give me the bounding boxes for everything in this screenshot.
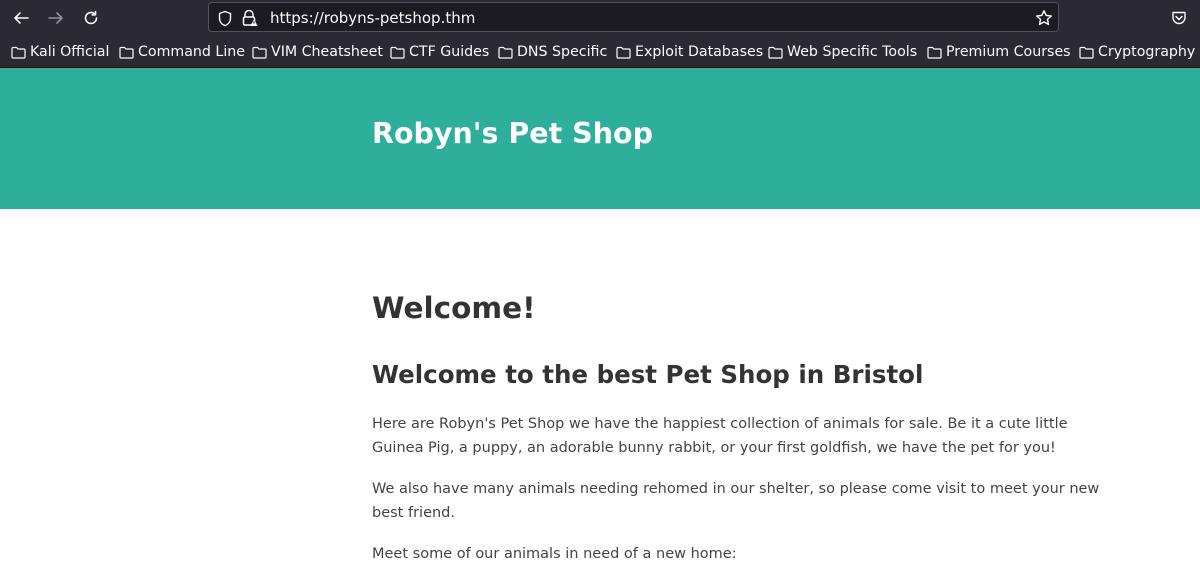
reload-icon: [84, 10, 98, 25]
folder-icon: [768, 46, 783, 59]
bookmark-label: CTF Guides: [409, 44, 490, 60]
site-header: Robyn's Pet Shop: [0, 68, 1200, 209]
bookmarks-bar: Kali Official Command Line VIM Cheatshee…: [0, 36, 1200, 68]
site-title: Robyn's Pet Shop: [372, 117, 653, 150]
bookmark-item[interactable]: Cryptography: [1079, 42, 1195, 62]
shelter-paragraph: We also have many animals needing rehome…: [372, 481, 1100, 521]
bookmark-item[interactable]: Command Line: [119, 42, 245, 62]
arrow-left-icon: [14, 12, 29, 24]
animals-intro-paragraph: Meet some of our animals in need of a ne…: [372, 546, 737, 562]
bookmark-item[interactable]: Web Specific Tools: [768, 42, 917, 62]
folder-icon: [11, 46, 26, 59]
page-heading: Welcome!: [372, 291, 536, 325]
bookmark-item[interactable]: CTF Guides: [390, 42, 489, 62]
folder-icon: [927, 46, 942, 59]
forward-button[interactable]: [43, 6, 69, 30]
bookmark-label: Premium Courses: [946, 44, 1071, 60]
lock-warning-icon[interactable]: [241, 9, 259, 27]
bookmark-label: VIM Cheatsheet: [271, 44, 383, 60]
bookmark-label: Web Specific Tools: [787, 44, 918, 60]
bookmark-item[interactable]: VIM Cheatsheet: [252, 42, 383, 62]
folder-icon: [498, 46, 513, 59]
folder-icon: [252, 46, 267, 59]
bookmark-item[interactable]: DNS Specific: [498, 42, 607, 62]
reload-button[interactable]: [78, 6, 104, 30]
pocket-icon: [1172, 11, 1186, 25]
back-button[interactable]: [8, 6, 34, 30]
folder-icon: [1079, 46, 1094, 59]
shield-icon[interactable]: [216, 9, 234, 27]
folder-icon: [390, 46, 405, 59]
bookmark-item[interactable]: Exploit Databases: [616, 42, 763, 62]
bookmark-label: Kali Official: [30, 44, 110, 60]
bookmark-label: DNS Specific: [517, 44, 608, 60]
browser-toolbar: https://robyns-petshop.thm: [0, 0, 1200, 36]
folder-icon: [616, 46, 631, 59]
intro-paragraph: Here are Robyn's Pet Shop we have the ha…: [372, 416, 1068, 456]
star-icon[interactable]: [1035, 9, 1053, 27]
bookmark-label: Cryptography: [1098, 44, 1196, 60]
bookmark-label: Exploit Databases: [635, 44, 764, 60]
pocket-button[interactable]: [1166, 6, 1192, 30]
bookmark-label: Command Line: [138, 44, 245, 60]
page-subheading: Welcome to the best Pet Shop in Bristol: [372, 360, 924, 389]
bookmark-item[interactable]: Premium Courses: [927, 42, 1071, 62]
url-text[interactable]: https://robyns-petshop.thm: [270, 9, 475, 27]
arrow-right-icon: [48, 12, 63, 24]
folder-icon: [119, 46, 134, 59]
url-bar[interactable]: https://robyns-petshop.thm: [208, 2, 1059, 32]
bookmark-item[interactable]: Kali Official: [11, 42, 109, 62]
